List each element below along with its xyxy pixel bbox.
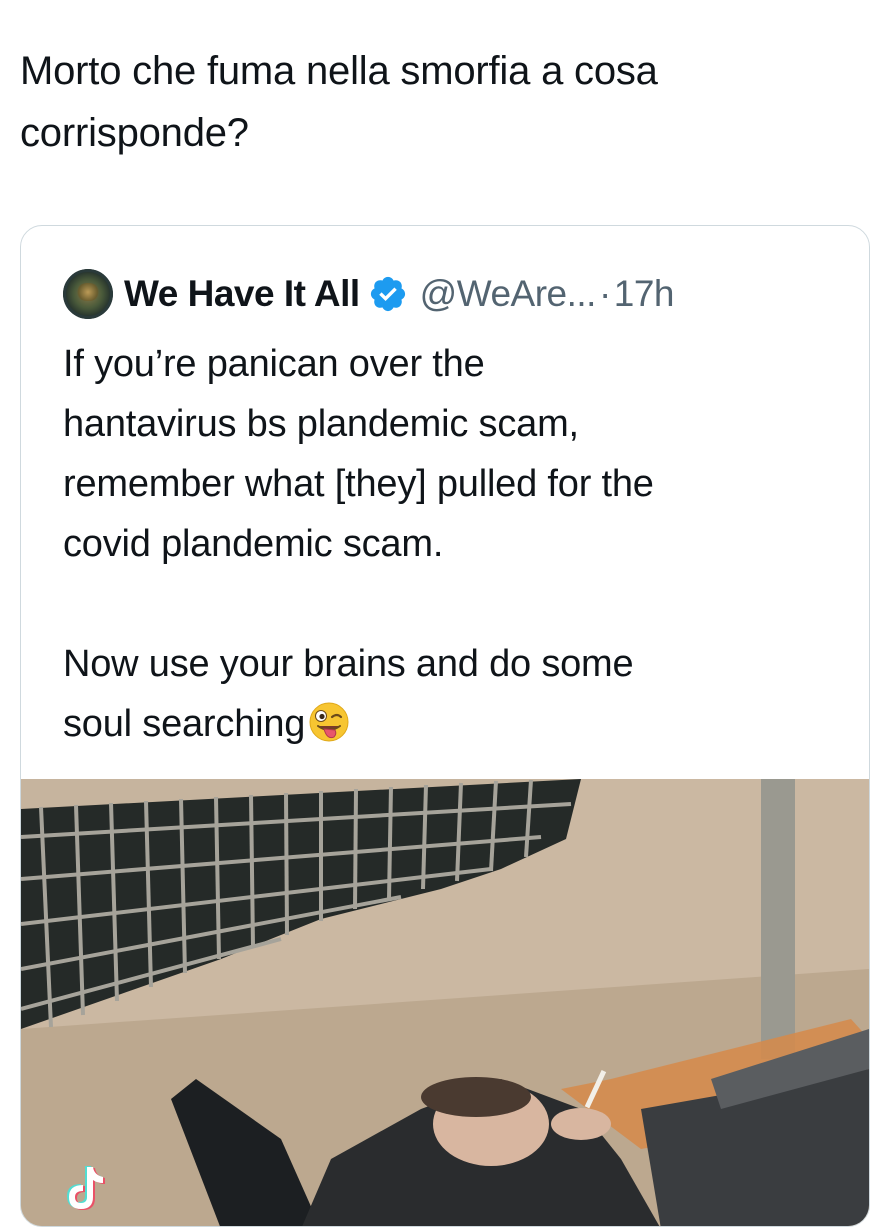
body-line: If you’re panican over the (63, 343, 485, 385)
quoted-tweet-body: If you’re panican over the hantavirus bs… (63, 334, 853, 754)
winking-face-with-tongue-icon (309, 702, 349, 742)
timestamp[interactable]: 17h (614, 273, 675, 315)
body-line: covid plandemic scam. (63, 523, 444, 565)
video-frame-image (21, 779, 869, 1226)
handle[interactable]: @WeAre... (420, 273, 597, 315)
quoted-tweet-header: We Have It All @WeAre... · 17h (63, 266, 675, 322)
tweet-text-line: Morto che fuma nella smorfia a cosa (20, 49, 658, 93)
body-blank-line (63, 574, 853, 634)
body-line: remember what [they] pulled for the (63, 463, 654, 505)
body-line: hantavirus bs plandemic scam, (63, 403, 579, 445)
body-line-last: soul searching (63, 694, 853, 754)
tweet-text: Morto che fuma nella smorfia a cosa corr… (20, 40, 870, 164)
body-line: soul searching (63, 703, 306, 745)
tiktok-icon (67, 1166, 105, 1210)
body-line: Now use your brains and do some (63, 643, 634, 685)
separator-dot: · (598, 273, 611, 314)
quoted-tweet-card[interactable]: We Have It All @WeAre... · 17h If you’re… (20, 225, 870, 1227)
verified-badge-icon (370, 276, 405, 312)
video-thumbnail[interactable] (21, 779, 869, 1226)
avatar[interactable] (63, 269, 113, 319)
display-name[interactable]: We Have It All (124, 273, 360, 315)
tweet-text-line: corrisponde? (20, 111, 249, 155)
